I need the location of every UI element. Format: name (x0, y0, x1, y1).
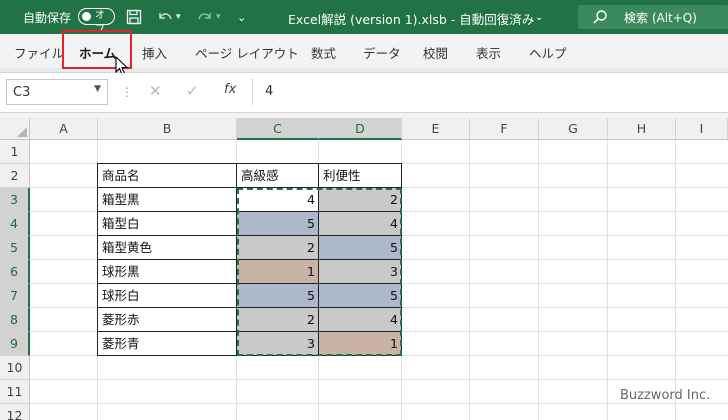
row-header-2[interactable]: 2 (0, 164, 30, 188)
drag-handle-icon[interactable]: ⋮ (121, 85, 133, 99)
row-header-11[interactable]: 11 (0, 380, 30, 404)
tab-insert[interactable]: 挿入 (142, 43, 167, 62)
tab-page-layout[interactable]: ページ レイアウト (195, 43, 299, 62)
redo-dropdown-icon[interactable]: ▾ (216, 7, 221, 27)
search-box[interactable]: 検索 (Alt+Q) (578, 5, 728, 29)
row-header-9[interactable]: 9 (0, 332, 30, 356)
tab-formulas[interactable]: 数式 (311, 43, 336, 62)
column-header-g[interactable]: G (539, 118, 608, 140)
column-header-f[interactable]: F (470, 118, 539, 140)
gridline (30, 379, 728, 380)
title-bar: 自動保存 オフ ▾ ▾ ⌄ Excel解説 (version 1).xlsb -… (0, 0, 728, 35)
tab-review[interactable]: 校閲 (423, 43, 448, 62)
row-header-5[interactable]: 5 (0, 236, 30, 260)
tab-data[interactable]: データ (363, 43, 401, 62)
cancel-icon[interactable]: ✕ (149, 82, 162, 100)
cell-b4[interactable]: 箱型白 (98, 212, 237, 236)
gridline (607, 140, 608, 420)
cell-b6[interactable]: 球形黒 (98, 260, 237, 284)
row-header-7[interactable]: 7 (0, 284, 30, 308)
tab-view[interactable]: 表示 (476, 43, 501, 62)
save-icon[interactable] (126, 7, 142, 27)
row-header-8[interactable]: 8 (0, 308, 30, 332)
column-header-d[interactable]: D (319, 118, 402, 140)
column-header-b[interactable]: B (98, 118, 237, 140)
row-header-3[interactable]: 3 (0, 188, 30, 212)
cell-b3[interactable]: 箱型黒 (98, 188, 237, 212)
gridline (469, 140, 470, 420)
cell-d2[interactable]: 利便性 (319, 164, 402, 188)
column-header-a[interactable]: A (30, 118, 98, 140)
title-dropdown-icon[interactable]: ⌄ (535, 7, 543, 27)
table-border (97, 163, 98, 356)
formula-input[interactable]: 4 (252, 79, 728, 105)
autosave-label: 自動保存 (23, 11, 72, 25)
cell-b9[interactable]: 菱形青 (98, 332, 237, 356)
row-header-1[interactable]: 1 (0, 140, 30, 164)
search-text: 検索 (Alt+Q) (624, 11, 697, 25)
name-box-dropdown-icon[interactable]: ▼ (94, 84, 101, 94)
column-header-e[interactable]: E (402, 118, 470, 140)
select-all-button[interactable] (0, 118, 30, 140)
cell-b7[interactable]: 球形白 (98, 284, 237, 308)
copy-marquee (237, 188, 402, 356)
gridline (538, 140, 539, 420)
name-box-value: C3 (13, 85, 31, 100)
row-header-10[interactable]: 10 (0, 356, 30, 380)
select-all-icon (17, 127, 27, 137)
formula-value: 4 (265, 84, 274, 99)
column-header-i[interactable]: I (676, 118, 728, 140)
insert-function-icon[interactable]: fx (224, 82, 236, 97)
watermark: Buzzword Inc. (620, 388, 711, 403)
row-header-12[interactable]: 12 (0, 404, 30, 420)
search-icon (592, 9, 608, 28)
table-border (98, 163, 402, 164)
undo-dropdown-icon[interactable]: ▾ (176, 7, 181, 27)
enter-icon[interactable]: ✓ (186, 82, 199, 100)
customize-toolbar-icon[interactable]: ⌄ (237, 7, 246, 27)
tab-file[interactable]: ファイル (14, 43, 64, 62)
toggle-knob (82, 11, 91, 21)
column-header-c[interactable]: C (237, 118, 319, 140)
cell-b5[interactable]: 箱型黄色 (98, 236, 237, 260)
autosave-toggle[interactable]: オフ (78, 8, 115, 35)
row-header-6[interactable]: 6 (0, 260, 30, 284)
tab-help[interactable]: ヘルプ (529, 43, 567, 62)
gridline (30, 403, 728, 404)
worksheet-grid[interactable]: A B C D E F G H I 1 2 3 4 5 6 7 8 9 10 1… (0, 118, 728, 420)
gridline (675, 140, 676, 420)
cell-b8[interactable]: 菱形赤 (98, 308, 237, 332)
row-header-4[interactable]: 4 (0, 212, 30, 236)
formula-bar: C3 ▼ ⋮ ✕ ✓ fx 4 (0, 73, 728, 113)
window-title: Excel解説 (version 1).xlsb - 自動回復済み (288, 12, 535, 27)
column-header-h[interactable]: H (608, 118, 676, 140)
cell-c2[interactable]: 高級感 (237, 164, 319, 188)
undo-icon[interactable] (156, 7, 174, 27)
name-box[interactable]: C3 ▼ (6, 79, 108, 105)
redo-icon[interactable] (196, 7, 214, 27)
cell-b2[interactable]: 商品名 (98, 164, 237, 188)
